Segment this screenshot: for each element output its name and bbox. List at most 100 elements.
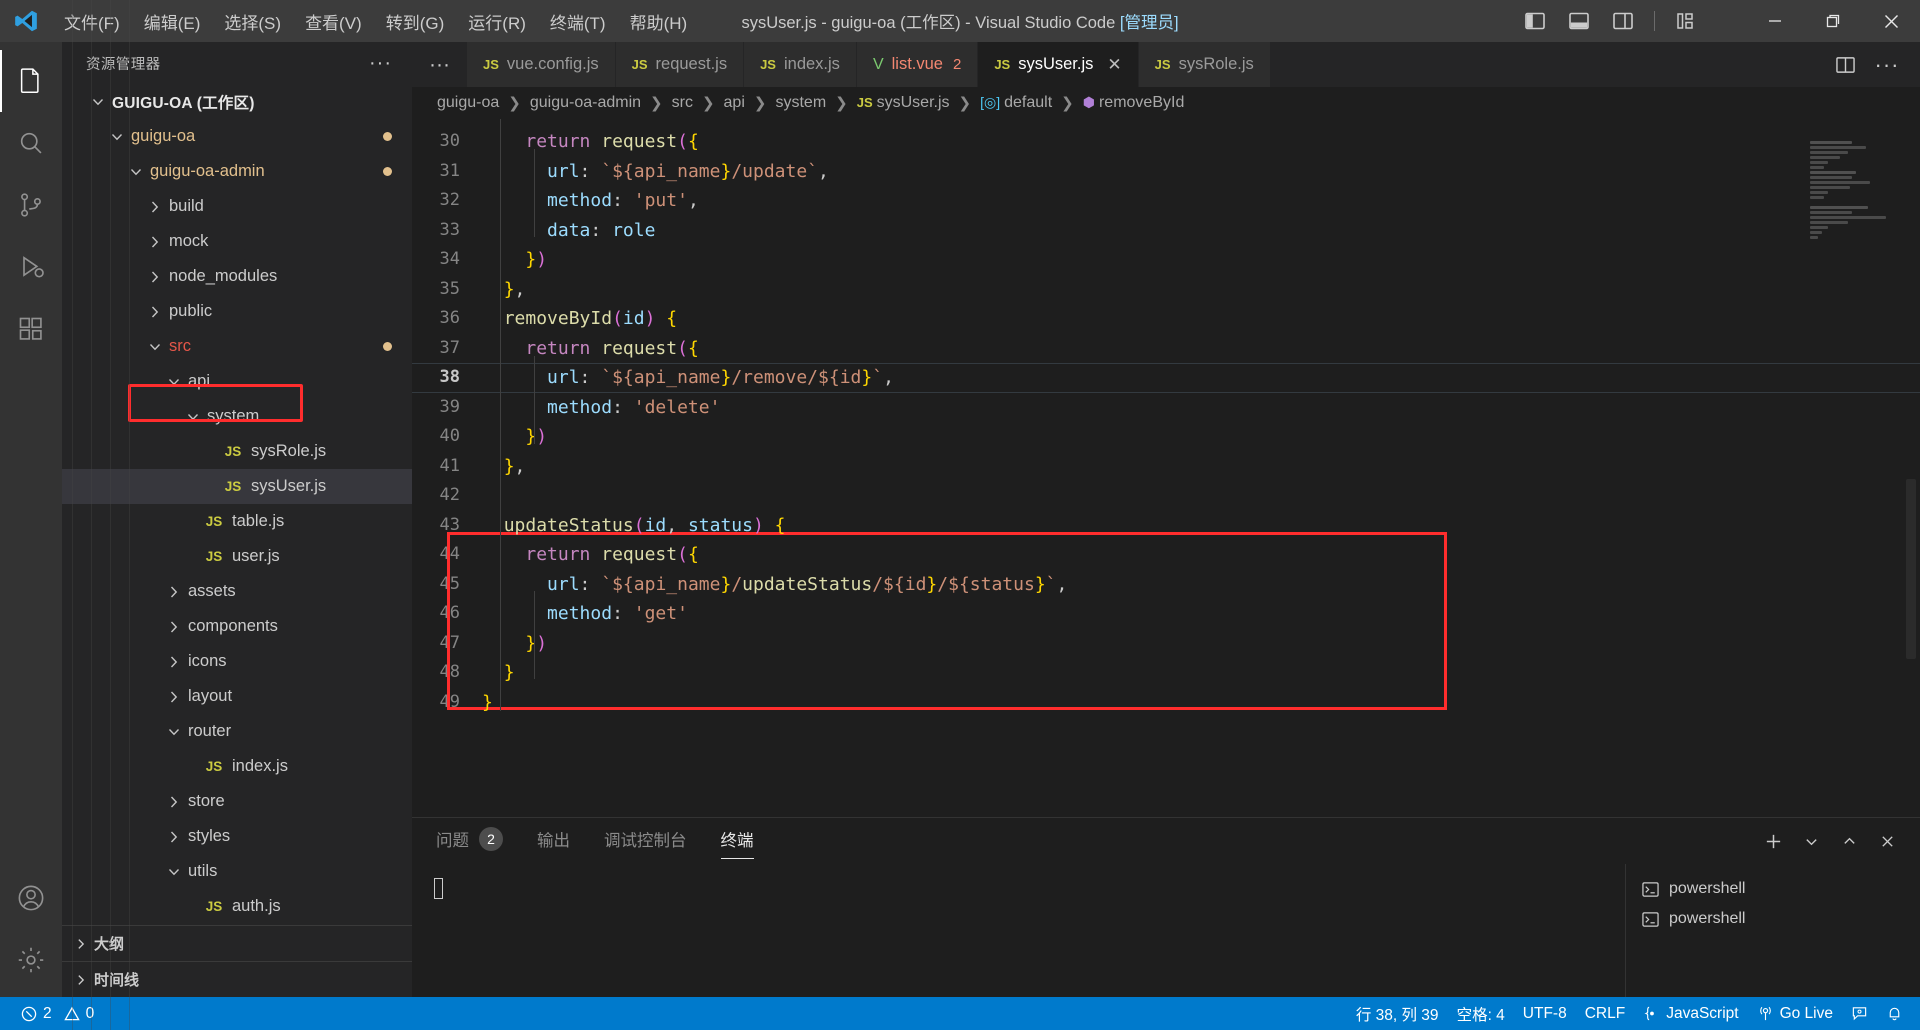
breadcrumb-item[interactable]: guigu-oa-admin	[527, 94, 644, 112]
maximize-button[interactable]	[1804, 0, 1862, 42]
toggle-panel-icon[interactable]	[1560, 4, 1598, 38]
tree-item-mock[interactable]: mock	[62, 224, 412, 259]
editor-tab-index-js[interactable]: JSindex.js	[744, 42, 857, 87]
breadcrumb-item[interactable]: api	[721, 94, 748, 112]
breadcrumb-item[interactable]: JSsysUser.js	[854, 94, 953, 112]
code-line[interactable]: method: 'delete'	[482, 393, 1920, 423]
menu-selection[interactable]: 选择(S)	[212, 4, 293, 39]
editor-tab-list-vue[interactable]: Vlist.vue2	[857, 42, 978, 87]
tree-item-index.js[interactable]: JSindex.js	[62, 749, 412, 784]
scrollbar-thumb[interactable]	[1906, 479, 1916, 659]
code-line[interactable]: })	[482, 629, 1920, 659]
code-line[interactable]: return request({	[482, 334, 1920, 364]
panel-tab-terminal[interactable]: 终端	[721, 827, 754, 855]
panel-tab-problems[interactable]: 问题 2	[436, 827, 503, 855]
tree-item-auth.js[interactable]: JSauth.js	[62, 889, 412, 924]
editor-tab-request-js[interactable]: JSrequest.js	[616, 42, 744, 87]
tree-item-src[interactable]: src	[62, 329, 412, 364]
chevron-down-icon[interactable]	[1794, 824, 1828, 858]
tree-item-guigu-oa[interactable]: guigu-oa	[62, 119, 412, 154]
code-line[interactable]: })	[482, 245, 1920, 275]
code-line[interactable]: url: `${api_name}/updateStatus/${id}/${s…	[482, 570, 1920, 600]
code-line[interactable]: method: 'put',	[482, 186, 1920, 216]
split-editor-icon[interactable]	[1826, 42, 1864, 87]
activity-accounts[interactable]	[0, 867, 62, 929]
code-line[interactable]: updateStatus(id, status) {	[482, 511, 1920, 541]
file-tree[interactable]: GUIGU-OA (工作区)guigu-oaguigu-oa-adminbuil…	[62, 84, 412, 925]
tree-item-api[interactable]: api	[62, 364, 412, 399]
terminal-output[interactable]	[412, 864, 1625, 997]
activity-search[interactable]	[0, 112, 62, 174]
menu-edit[interactable]: 编辑(E)	[132, 4, 213, 39]
close-button[interactable]	[1862, 0, 1920, 42]
menu-go[interactable]: 转到(G)	[374, 4, 457, 39]
code-line[interactable]: url: `${api_name}/remove/${id}`,	[482, 363, 1920, 393]
tree-item-styles[interactable]: styles	[62, 819, 412, 854]
code-line[interactable]	[482, 481, 1920, 511]
sidebar-section-outline[interactable]: 大纲	[62, 925, 412, 961]
menu-terminal[interactable]: 终端(T)	[538, 4, 618, 39]
tree-item-guigu-oa-admin[interactable]: guigu-oa-admin	[62, 154, 412, 189]
tree-item-store[interactable]: store	[62, 784, 412, 819]
status-indentation[interactable]: 空格: 4	[1448, 997, 1514, 1030]
code-line[interactable]: },	[482, 452, 1920, 482]
code-line[interactable]: }	[482, 658, 1920, 688]
editor-more-actions-icon[interactable]: ···	[1868, 42, 1906, 87]
minimize-button[interactable]	[1746, 0, 1804, 42]
tabs-overflow-icon[interactable]: ···	[412, 42, 467, 87]
tree-item-node_modules[interactable]: node_modules	[62, 259, 412, 294]
status-line-column[interactable]: 行 38, 列 39	[1347, 997, 1448, 1030]
status-go-live[interactable]: Go Live	[1748, 997, 1842, 1030]
breadcrumb-item[interactable]: src	[669, 94, 696, 112]
menu-view[interactable]: 查看(V)	[293, 4, 374, 39]
tree-item-router[interactable]: router	[62, 714, 412, 749]
editor-tab-sysuser-js[interactable]: JSsysUser.js✕	[978, 42, 1138, 87]
status-eol[interactable]: CRLF	[1576, 997, 1634, 1030]
code-line[interactable]: }	[482, 688, 1920, 718]
breadcrumb-item[interactable]: [◎]default	[977, 94, 1055, 112]
customize-layout-icon[interactable]	[1667, 4, 1705, 38]
editor-tabs[interactable]: ···JSvue.config.jsJSrequest.jsJSindex.js…	[412, 42, 1826, 87]
terminal-instance-1[interactable]: powershell	[1626, 874, 1920, 904]
tree-item-icons[interactable]: icons	[62, 644, 412, 679]
sidebar-section-timeline[interactable]: 时间线	[62, 961, 412, 997]
panel-tab-debug-console[interactable]: 调试控制台	[604, 827, 687, 855]
tree-item-assets[interactable]: assets	[62, 574, 412, 609]
status-problems[interactable]: 2 0	[12, 997, 103, 1030]
menu-bar[interactable]: 文件(F) 编辑(E) 选择(S) 查看(V) 转到(G) 运行(R) 终端(T…	[52, 4, 699, 39]
code-line[interactable]: return request({	[482, 127, 1920, 157]
tree-item-table.js[interactable]: JStable.js	[62, 504, 412, 539]
tree-item-system[interactable]: system	[62, 399, 412, 434]
code-content[interactable]: return request({ url: `${api_name}/updat…	[482, 119, 1920, 817]
tree-item-user.js[interactable]: JSuser.js	[62, 539, 412, 574]
tree-item-layout[interactable]: layout	[62, 679, 412, 714]
new-terminal-icon[interactable]	[1756, 824, 1790, 858]
tree-item-guigu-oa[interactable]: GUIGU-OA (工作区)	[62, 84, 412, 119]
code-editor[interactable]: 3031323334353637383940414243444546474849…	[412, 119, 1920, 817]
editor-tab-vue-config-js[interactable]: JSvue.config.js	[467, 42, 616, 87]
code-line[interactable]: data: role	[482, 216, 1920, 246]
activity-run-debug[interactable]	[0, 236, 62, 298]
toggle-secondary-sidebar-icon[interactable]	[1604, 4, 1642, 38]
breadcrumb[interactable]: guigu-oa❯guigu-oa-admin❯src❯api❯system❯J…	[412, 87, 1920, 119]
breadcrumb-item[interactable]: ⬢removeById	[1080, 94, 1188, 112]
activity-extensions[interactable]	[0, 298, 62, 360]
breadcrumb-item[interactable]: system	[772, 94, 829, 112]
menu-help[interactable]: 帮助(H)	[618, 4, 700, 39]
tree-item-components[interactable]: components	[62, 609, 412, 644]
status-encoding[interactable]: UTF-8	[1514, 997, 1576, 1030]
close-panel-icon[interactable]	[1870, 824, 1904, 858]
status-notifications[interactable]	[1877, 997, 1912, 1030]
toggle-primary-sidebar-icon[interactable]	[1516, 4, 1554, 38]
close-icon[interactable]: ✕	[1107, 55, 1121, 75]
menu-run[interactable]: 运行(R)	[456, 4, 538, 39]
editor-tab-sysrole-js[interactable]: JSsysRole.js	[1139, 42, 1271, 87]
code-line[interactable]: return request({	[482, 540, 1920, 570]
code-line[interactable]: removeById(id) {	[482, 304, 1920, 334]
tree-item-build[interactable]: build	[62, 189, 412, 224]
activity-settings[interactable]	[0, 929, 62, 991]
code-line[interactable]: })	[482, 422, 1920, 452]
code-line[interactable]: },	[482, 275, 1920, 305]
status-language-mode[interactable]: JavaScript	[1634, 997, 1747, 1030]
activity-explorer[interactable]	[0, 50, 62, 112]
